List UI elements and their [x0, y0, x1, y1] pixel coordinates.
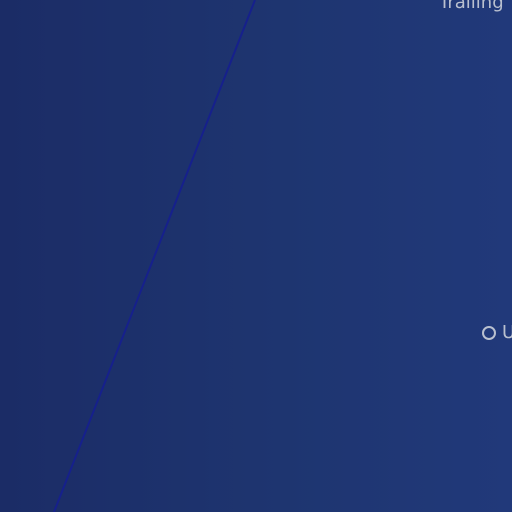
trailing-label: Trailing [439, 0, 504, 13]
diagonal-line [53, 0, 256, 512]
radio-option[interactable]: U [482, 324, 512, 342]
radio-option-label: U [502, 322, 512, 343]
background-canvas [53, 0, 256, 512]
radio-button-icon[interactable] [482, 326, 496, 340]
